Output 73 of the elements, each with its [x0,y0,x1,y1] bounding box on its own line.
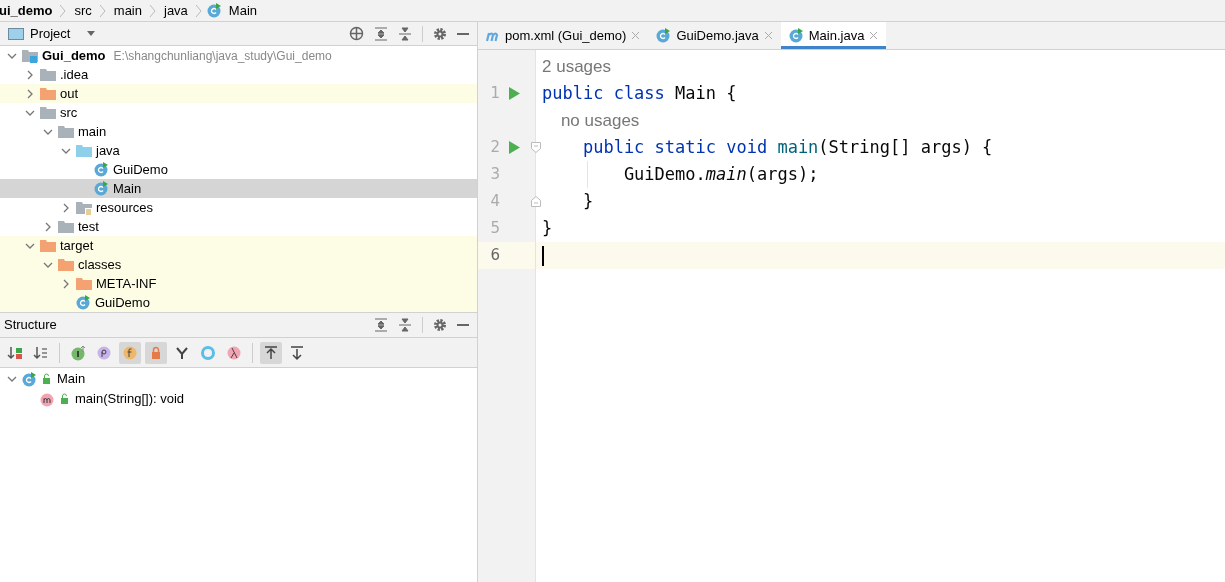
folder-icon [58,219,74,234]
folder-icon [58,124,74,139]
breadcrumb[interactable]: ui_demo [0,0,56,21]
folder-icon [40,105,56,120]
editor-tab[interactable]: pom.xml (Gui_demo) [478,22,649,49]
settings-icon[interactable] [433,26,447,41]
tree-row[interactable]: resources [0,198,477,217]
tree-row[interactable]: main(String[]): void [0,389,477,409]
class-icon [94,162,109,177]
class-icon [656,28,672,43]
breadcrumb-separator-icon [194,3,203,18]
public-lock-icon [59,393,69,405]
tree-row[interactable]: Main [0,179,477,198]
class-icon [94,181,109,196]
tree-row[interactable]: target [0,236,477,255]
breadcrumb[interactable]: main [110,0,145,21]
tree-row[interactable]: .idea [0,65,477,84]
folder-icon [76,276,92,291]
folder-icon [58,257,74,272]
expand-all-icon[interactable] [374,26,388,41]
close-icon [631,31,641,40]
breadcrumb[interactable]: Main [225,0,261,21]
inlay-hint: no usages [559,109,640,132]
tree-row[interactable]: GuiDemo [0,293,477,312]
collapse-all-icon[interactable] [398,26,412,41]
code-line: public class Main { [542,81,737,105]
tree-row[interactable]: out [0,84,477,103]
collapse-all-icon[interactable] [398,318,412,332]
settings-icon[interactable] [433,318,447,332]
breadcrumb-separator-icon [59,3,68,18]
dropdown-icon[interactable] [86,30,97,37]
breadcrumb-separator-icon [149,3,157,18]
resources-folder-icon [76,200,92,215]
tree-row[interactable]: classes [0,255,477,274]
folder-icon [76,143,92,158]
tree-row[interactable]: test [0,217,477,236]
panel-title: Structure [4,316,57,335]
class-icon [206,3,222,18]
inlay-hint: 2 usages [542,55,611,78]
tree-row[interactable]: GuiDemo [0,160,477,179]
code-line: } [542,216,553,240]
class-icon [76,295,91,310]
code-line: GuiDemo.main(args); [622,162,819,186]
editor-tab[interactable]: GuiDemo.java [648,22,781,49]
folder-icon [40,86,56,101]
close-icon [869,31,879,40]
tree-row[interactable]: java [0,141,477,160]
expand-all-icon[interactable] [374,318,388,332]
breadcrumb[interactable]: src [71,0,95,21]
editor-tab[interactable]: Main.java [780,22,887,49]
code-line: } [581,189,594,213]
panel-title[interactable]: Project [30,23,71,44]
target-icon[interactable] [349,26,364,41]
minimize-icon[interactable] [457,323,469,327]
public-lock-icon [41,373,51,385]
class-icon [22,371,37,387]
code-line: public static void main(String[] args) { [581,135,993,159]
class-icon [788,28,804,43]
minimize-icon[interactable] [457,31,469,36]
tree-row[interactable]: src [0,103,477,122]
breadcrumb[interactable]: java [161,0,191,21]
tree-row[interactable]: META-INF [0,274,477,293]
text-cursor [542,245,544,266]
method-icon [40,391,55,407]
tree-row[interactable]: Main [0,369,477,389]
close-icon [763,31,773,40]
tree-row[interactable]: Gui_demo E:\shangchunliang\java_study\Gui_demo [0,46,477,65]
breadcrumb-separator-icon [98,3,107,18]
folder-icon [40,238,56,253]
panel-icon [8,27,24,40]
tree-row[interactable]: main [0,122,477,141]
module-folder-icon [22,48,38,63]
folder-icon [40,67,56,82]
